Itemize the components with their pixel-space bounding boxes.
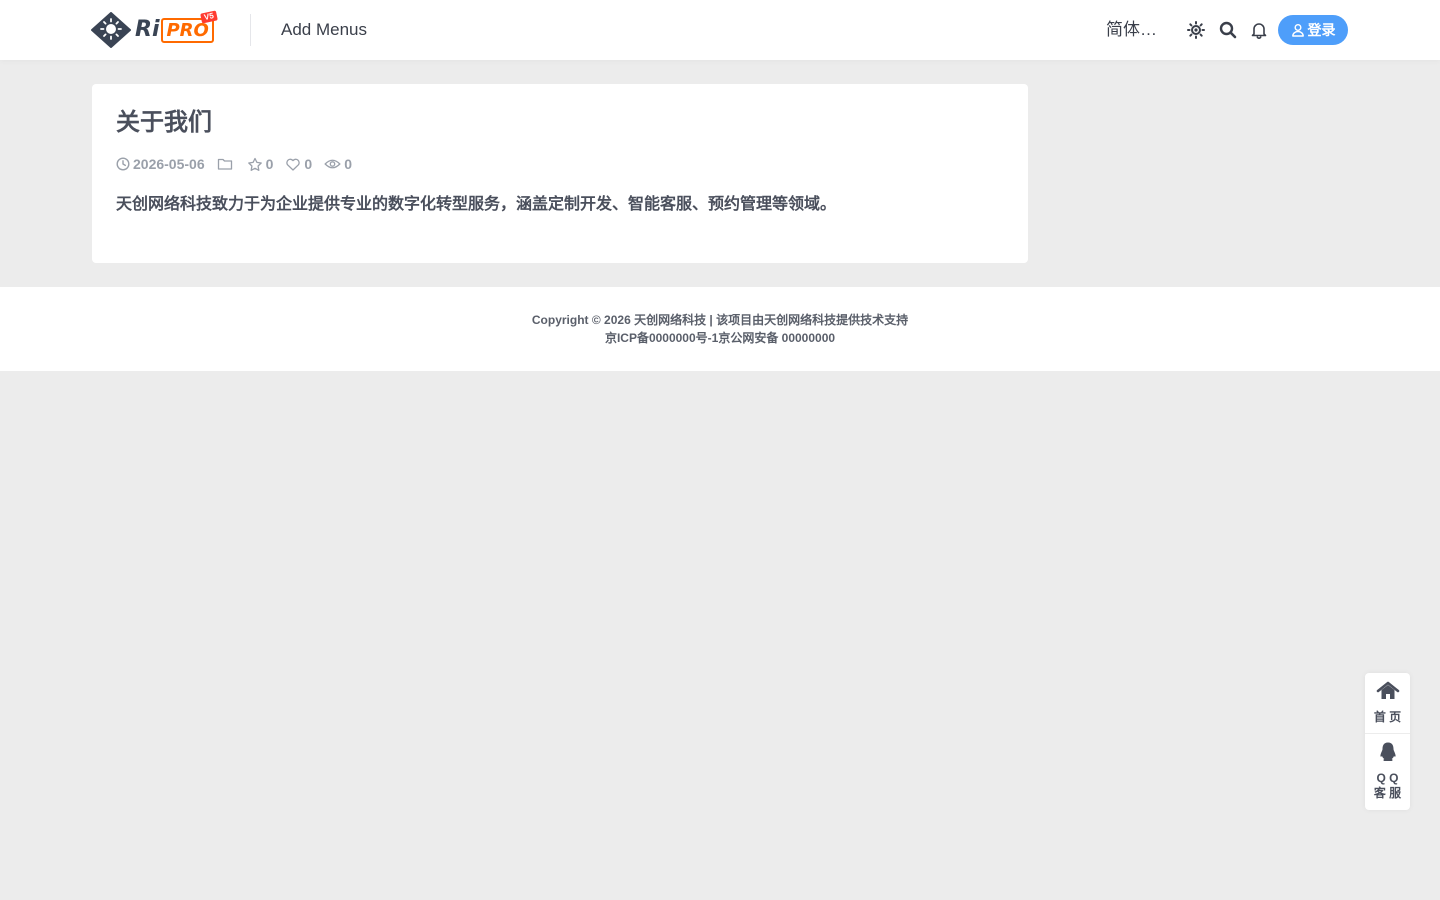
- side-qq-service-button[interactable]: Q Q 客 服: [1365, 741, 1410, 801]
- side-home-label: 首 页: [1373, 710, 1402, 724]
- nav-add-menus-link[interactable]: Add Menus: [281, 19, 367, 41]
- search-icon[interactable]: [1218, 20, 1238, 40]
- language-switcher[interactable]: 简体…: [1106, 19, 1157, 41]
- logo-brand-ri: Ri: [135, 17, 160, 42]
- meta-likes[interactable]: 0: [285, 156, 312, 172]
- site-logo[interactable]: Ri PRO V5: [91, 10, 219, 48]
- logo-version-badge: V5: [200, 10, 218, 24]
- meta-likes-count: 0: [304, 156, 313, 172]
- side-bar-divider: [1365, 733, 1410, 734]
- page-title: 关于我们: [116, 109, 212, 136]
- folder-icon: [217, 158, 232, 170]
- meta-category[interactable]: [217, 157, 233, 171]
- meta-views-count: 0: [344, 156, 353, 172]
- post-card: 关于我们 2026-05-06 0 0 0 天创网络科技致力于为企业提供专业的数…: [92, 84, 1028, 263]
- site-header: Ri PRO V5 Add Menus 简体… 登录: [0, 0, 1440, 60]
- footer-icp[interactable]: 京ICP备0000000号-1京公网安备 00000000: [0, 330, 1440, 346]
- login-button[interactable]: 登录: [1278, 15, 1348, 45]
- header-divider: [250, 14, 251, 46]
- meta-views: 0: [324, 156, 352, 172]
- clock-icon: [116, 157, 130, 171]
- floating-side-bar: 首 页 Q Q 客 服: [1365, 673, 1410, 810]
- qq-penguin-icon: [1379, 742, 1396, 761]
- post-meta: 2026-05-06 0 0 0: [116, 154, 364, 174]
- site-footer: Copyright © 2026 天创网络科技 | 该项目由天创网络科技提供技术…: [0, 287, 1440, 371]
- home-icon: [1376, 681, 1399, 699]
- eye-icon: [324, 159, 341, 169]
- side-qq-label-2: 客 服: [1373, 786, 1402, 800]
- post-content: 天创网络科技致力于为企业提供专业的数字化转型服务，涵盖定制开发、智能客服、预约管…: [116, 196, 837, 213]
- meta-date: 2026-05-06: [116, 156, 205, 172]
- login-button-label: 登录: [1307, 22, 1336, 38]
- footer-copyright: Copyright © 2026 天创网络科技 | 该项目由天创网络科技提供技术…: [531, 313, 909, 327]
- heart-icon: [286, 158, 301, 171]
- star-icon: [247, 157, 262, 171]
- meta-favorites[interactable]: 0: [247, 156, 274, 172]
- side-home-button[interactable]: 首 页: [1365, 681, 1410, 725]
- theme-toggle-icon[interactable]: [1186, 20, 1206, 40]
- logo-mark-icon: [91, 12, 131, 48]
- side-qq-label-1: Q Q: [1376, 771, 1399, 785]
- meta-favorites-count: 0: [265, 156, 274, 172]
- bell-icon[interactable]: [1249, 20, 1269, 40]
- user-icon: [1291, 24, 1304, 37]
- meta-date-text: 2026-05-06: [133, 156, 205, 172]
